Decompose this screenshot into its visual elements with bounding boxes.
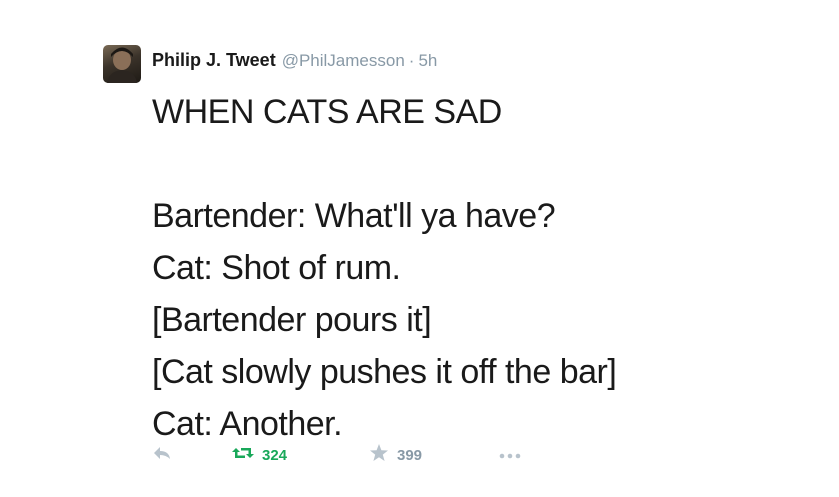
tweet: Philip J. Tweet @PhilJamesson · 5h WHEN … [0, 0, 839, 497]
tweet-line: [Bartender pours it] [152, 301, 432, 339]
avatar[interactable] [103, 45, 141, 83]
favorite-count: 399 [397, 446, 423, 464]
more-button[interactable] [499, 440, 521, 470]
retweet-icon [232, 445, 254, 466]
author-handle[interactable]: @PhilJamesson [282, 51, 405, 71]
tweet-line: [Cat slowly pushes it off the bar] [152, 353, 617, 391]
more-icon [499, 446, 521, 464]
tweet-line [152, 138, 812, 190]
tweet-text: WHEN CATS ARE SAD Bartender: What'll ya … [152, 86, 812, 450]
tweet-line: Cat: Shot of rum. [152, 249, 401, 287]
separator: · [408, 51, 415, 70]
timestamp[interactable]: 5h [418, 51, 437, 71]
reply-button[interactable] [152, 440, 172, 470]
tweet-line: Bartender: What'll ya have? [152, 197, 556, 235]
tweet-line: WHEN CATS ARE SAD [152, 93, 502, 131]
author-name[interactable]: Philip J. Tweet [152, 50, 276, 71]
tweet-header: Philip J. Tweet @PhilJamesson · 5h [152, 50, 437, 72]
star-icon [369, 443, 389, 467]
retweet-button[interactable]: 324 [232, 440, 287, 470]
reply-icon [152, 445, 172, 466]
retweet-count: 324 [262, 446, 288, 464]
favorite-button[interactable]: 399 [369, 440, 422, 470]
